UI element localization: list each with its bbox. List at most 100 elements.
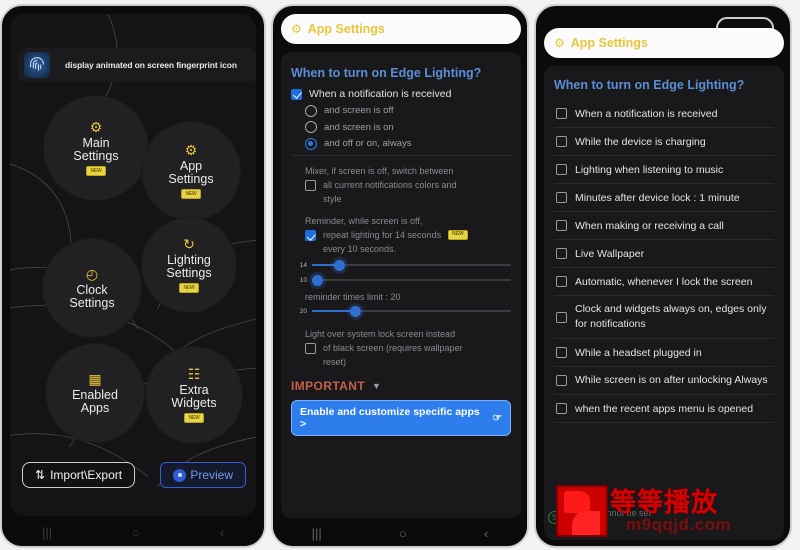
list-item-label: Automatic, whenever I lock the screen — [575, 275, 753, 288]
phone-panel-radial-menu: display animated on screen fingerprint i… — [0, 4, 266, 548]
menu-circle-clock-settings[interactable]: ◴ Clock Settings — [43, 239, 141, 337]
list-item[interactable]: Automatic, whenever I lock the screen — [554, 268, 774, 296]
list-item-label: While the device is charging — [575, 135, 706, 148]
gear-icon: ⚙ — [291, 22, 302, 36]
radio-row-screen-on[interactable]: and screen is on — [305, 121, 511, 133]
list-item[interactable]: Live Wallpaper — [554, 240, 774, 268]
checkbox-option[interactable] — [556, 347, 567, 358]
menu-circle-lighting-settings[interactable]: ↻ Lighting Settings NEW — [142, 218, 236, 312]
list-item[interactable]: Lighting when listening to music — [554, 156, 774, 184]
checkbox-option[interactable] — [556, 403, 567, 414]
app-settings-title: App Settings — [307, 22, 385, 36]
enable-specific-apps-button[interactable]: Enable and customize specific apps > ☞ — [291, 399, 511, 436]
recents-icon[interactable]: ||| — [312, 526, 322, 541]
radio-row-screen-off[interactable]: and screen is off — [305, 104, 511, 117]
home-icon[interactable]: ○ — [132, 525, 140, 540]
fingerprint-banner-text: display animated on screen fingerprint i… — [65, 60, 237, 70]
new-badge: NEW — [448, 229, 468, 240]
menu-label-line2: Settings — [168, 172, 214, 186]
home-icon[interactable]: ○ — [399, 526, 407, 541]
mixer-note-line1: Mixer, if screen is off, switch between — [305, 165, 454, 176]
list-item[interactable]: When a notification is received — [554, 100, 774, 128]
checkbox-option[interactable] — [556, 192, 567, 203]
slider-duration-track[interactable] — [312, 259, 511, 271]
mixer-block: Mixer, if screen is off, switch between … — [305, 164, 511, 206]
widgets-icon: ☷ — [187, 366, 201, 382]
radio-screen-on-label: and screen is on — [324, 121, 394, 133]
new-badge: NEW — [184, 413, 204, 423]
clock-icon: ◴ — [85, 265, 99, 282]
slider-limit-track[interactable] — [312, 305, 511, 317]
radio-screen-on[interactable] — [305, 121, 317, 133]
fingerprint-icon — [24, 52, 50, 78]
import-export-label: Import\Export — [50, 468, 123, 482]
checkbox-option[interactable] — [556, 220, 567, 231]
checkbox-lockscreen[interactable] — [305, 342, 316, 354]
important-label: IMPORTANT — [291, 378, 366, 393]
lockscreen-checkbox-row[interactable]: of black screen (requires wallpaper — [305, 341, 511, 355]
slider-limit-value: 20 — [299, 307, 307, 315]
back-icon[interactable]: ‹ — [484, 526, 488, 541]
radio-row-always[interactable]: and off or on, always — [305, 137, 511, 150]
checkbox-option[interactable] — [556, 108, 567, 119]
menu-circle-enabled-apps[interactable]: ▦ Enabled Apps — [46, 344, 144, 442]
back-icon[interactable]: ‹ — [220, 525, 224, 540]
recents-icon[interactable]: ||| — [42, 525, 52, 540]
radio-screen-off[interactable] — [305, 104, 317, 117]
checkbox-mixer[interactable] — [305, 179, 316, 191]
checkbox-option[interactable] — [556, 248, 567, 259]
section-title: When to turn on Edge Lighting? — [291, 66, 482, 80]
slider-interval-track[interactable] — [312, 274, 511, 286]
checkbox-notification[interactable] — [291, 88, 302, 100]
lockscreen-note-line2: of black screen (requires wallpaper — [323, 342, 463, 353]
gear-icon: ⚙ — [89, 119, 103, 135]
eye-icon — [173, 468, 187, 482]
menu-circle-app-settings[interactable]: ⚙ App Settings NEW — [142, 122, 240, 220]
list-item[interactable]: Minutes after device lock : 1 minute — [554, 184, 774, 212]
app-settings-body: ⚙ App Settings When to turn on Edge Ligh… — [281, 14, 521, 518]
list-item[interactable]: While a headset plugged in — [554, 339, 774, 367]
reminder-note-line3: every 10 seconds. — [323, 243, 397, 254]
cta-label: Enable and customize specific apps > — [300, 405, 480, 430]
menu-label-line1: Enabled — [72, 387, 118, 402]
list-item-label: While screen is on after unlocking Alway… — [575, 374, 768, 386]
list-item[interactable]: when the recent apps menu is opened — [554, 395, 774, 423]
list-item-label: When a notification is received — [575, 107, 718, 120]
reminder-checkbox-row[interactable]: repeat lighting for 14 seconds NEW — [305, 228, 511, 242]
obscured-badge-icon: S — [548, 511, 561, 524]
radio-always[interactable] — [305, 137, 317, 150]
checkbox-option[interactable] — [556, 136, 567, 147]
list-item[interactable]: Clock and widgets always on, edges only … — [554, 296, 774, 339]
new-badge: NEW — [179, 283, 199, 293]
menu-circle-main-settings[interactable]: ⚙ Main Settings NEW — [44, 96, 148, 200]
list-item[interactable]: When making or receiving a call — [554, 212, 774, 240]
list-item-label: when the recent apps menu is opened — [575, 402, 754, 415]
fingerprint-banner[interactable]: display animated on screen fingerprint i… — [18, 48, 256, 82]
checkbox-option[interactable] — [556, 276, 567, 287]
grid-icon: ▦ — [88, 370, 102, 387]
app-settings-header: ⚙ App Settings — [281, 14, 521, 44]
checkbox-reminder[interactable] — [305, 230, 316, 241]
slider-duration[interactable]: 14 — [295, 259, 511, 271]
checkbox-row-notification[interactable]: When a notification is received — [291, 88, 511, 100]
slider-interval[interactable]: 10 — [295, 274, 511, 286]
import-export-button[interactable]: ⇅ Import\Export — [22, 462, 136, 488]
app-settings-title: App Settings — [570, 36, 648, 50]
mixer-note-line3: style — [323, 193, 342, 204]
preview-button[interactable]: Preview — [160, 462, 246, 488]
checkbox-option[interactable] — [556, 311, 567, 323]
options-card: When to turn on Edge Lighting? When a no… — [544, 66, 784, 540]
mixer-checkbox-row[interactable]: all current notifications colors and — [305, 178, 511, 192]
list-item[interactable]: While the device is charging — [554, 128, 774, 156]
list-item[interactable]: While screen is on after unlocking Alway… — [554, 367, 774, 395]
important-section-toggle[interactable]: IMPORTANT ▼ — [291, 379, 511, 393]
checkbox-option[interactable] — [556, 164, 567, 175]
slider-limit[interactable]: 20 — [295, 305, 511, 317]
preview-label: Preview — [190, 468, 233, 482]
menu-label-line2: Settings — [73, 149, 119, 163]
gear-icon: ⚙ — [554, 36, 565, 50]
menu-circle-extra-widgets[interactable]: ☷ Extra Widgets NEW — [146, 347, 242, 443]
checkbox-option[interactable] — [556, 375, 567, 386]
lockscreen-note-line3: reset) — [323, 356, 347, 367]
menu-label-line2: Widgets — [171, 396, 217, 410]
